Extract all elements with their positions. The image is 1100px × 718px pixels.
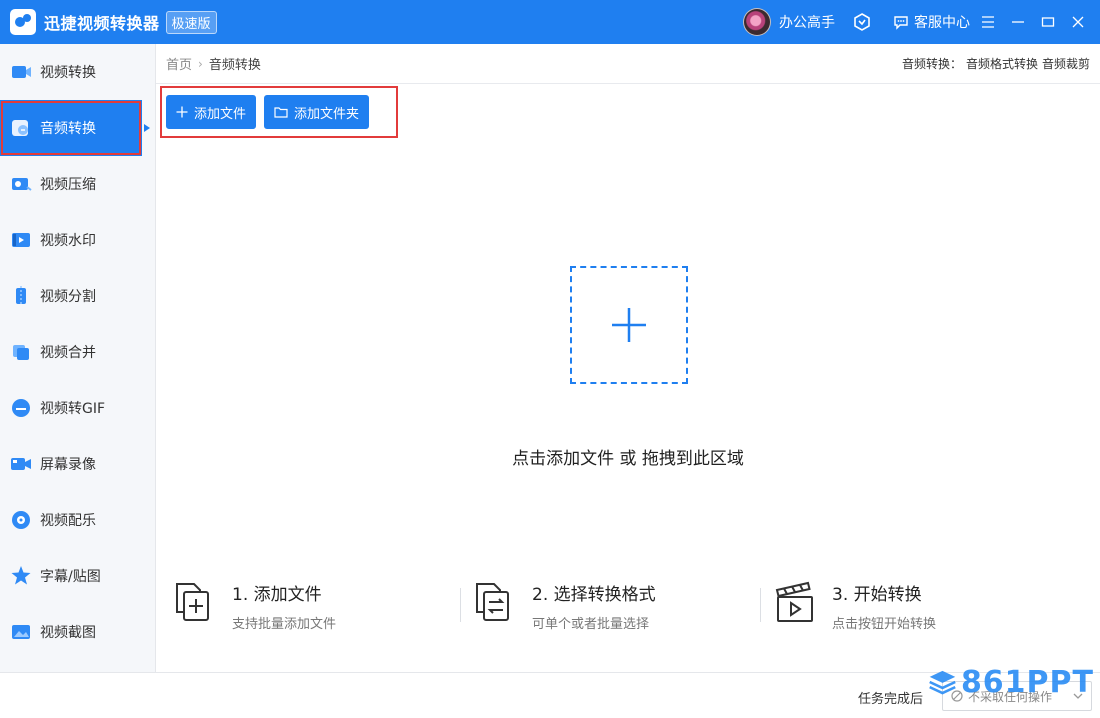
menu-button[interactable] xyxy=(976,10,1000,34)
sidebar-item-video-split[interactable]: 视频分割 xyxy=(0,268,155,324)
video-compress-icon xyxy=(10,173,32,195)
sidebar-item-video-screenshot[interactable]: 视频截图 xyxy=(0,604,155,660)
chat-bubble-icon xyxy=(894,16,908,30)
edition-badge: 极速版 xyxy=(165,10,217,34)
step-subtitle: 支持批量添加文件 xyxy=(232,617,337,632)
add-folder-button[interactable]: 添加文件夹 xyxy=(264,95,370,129)
video-gif-icon xyxy=(10,397,32,419)
video-music-icon xyxy=(10,509,32,531)
step-add-file: 1. 添加文件 支持批量添加文件 xyxy=(172,578,472,634)
audio-format-convert-link[interactable]: 音频格式转换 xyxy=(966,57,1038,71)
clapperboard-icon xyxy=(775,581,813,622)
breadcrumb-home[interactable]: 首页 xyxy=(166,54,192,73)
folder-icon xyxy=(274,107,288,118)
app-title: 迅捷视频转换器 xyxy=(44,14,160,33)
step-choose-format: 2. 选择转换格式 可单个或者批量选择 xyxy=(460,578,772,634)
watermark-text: 861PPT xyxy=(960,664,1094,700)
steps-guide: 1. 添加文件 支持批量添加文件 2. 选择转换格式 可单个或者批量选择 3. … xyxy=(172,578,1072,634)
sidebar-item-label: 视频转换 xyxy=(40,65,96,81)
plus-icon xyxy=(176,106,188,118)
video-split-icon xyxy=(10,285,32,307)
sidebar-item-video-merge[interactable]: 视频合并 xyxy=(0,324,155,380)
main-panel: 首页 › 音频转换 音频转换： 音频格式转换 音频裁剪 添加文件 添加文件夹 点击添… xyxy=(156,44,1100,672)
customer-service-label: 客服中心 xyxy=(914,15,970,31)
step-subtitle: 可单个或者批量选择 xyxy=(532,617,650,632)
sidebar-item-video-music[interactable]: 视频配乐 xyxy=(0,492,155,548)
breadcrumb: 首页 › 音频转换 音频转换： 音频格式转换 音频裁剪 xyxy=(156,44,1100,84)
user-avatar[interactable] xyxy=(743,8,771,36)
sidebar-item-label: 视频压缩 xyxy=(40,177,96,193)
breadcrumb-current: 音频转换 xyxy=(208,58,261,73)
hamburger-menu-icon xyxy=(982,16,994,28)
maximize-icon xyxy=(1041,17,1055,27)
user-name[interactable]: 办公高手 xyxy=(779,12,835,32)
audio-convert-icon xyxy=(10,117,32,139)
close-icon xyxy=(1072,16,1084,28)
sidebar-item-label: 视频截图 xyxy=(40,625,96,641)
breadcrumb-chevron-icon: › xyxy=(198,56,203,71)
add-file-step-icon xyxy=(176,583,209,621)
drop-zone-hint: 点击添加文件 或 拖拽到此区域 xyxy=(512,449,744,469)
close-button[interactable] xyxy=(1066,10,1090,34)
video-merge-icon xyxy=(10,341,32,363)
minimize-button[interactable] xyxy=(1006,10,1030,34)
video-screenshot-icon xyxy=(10,621,32,643)
sidebar-item-label: 音频转换 xyxy=(40,121,96,137)
customer-service-button[interactable]: 客服中心 xyxy=(893,12,970,32)
file-drop-zone[interactable] xyxy=(570,266,688,384)
step-title: 1. 添加文件 xyxy=(232,585,322,605)
sidebar: 视频转换 音频转换 视频压缩 视频水印 视频分割 视频合并 视频转GIF 屏幕录… xyxy=(0,44,156,672)
plus-icon xyxy=(612,308,646,342)
vip-diamond-icon[interactable] xyxy=(853,13,871,31)
sidebar-item-label: 屏幕录像 xyxy=(40,457,96,473)
choose-format-step-icon xyxy=(476,583,509,621)
sidebar-item-video-watermark[interactable]: 视频水印 xyxy=(0,212,155,268)
sidebar-item-label: 视频配乐 xyxy=(40,513,96,529)
feature-links: 音频转换： 音频格式转换 音频裁剪 xyxy=(898,55,1090,72)
video-convert-icon xyxy=(10,61,32,83)
step-start-convert: 3. 开始转换 点击按钮开始转换 xyxy=(760,578,1072,634)
maximize-button[interactable] xyxy=(1036,10,1060,34)
app-logo-icon xyxy=(10,9,36,35)
sidebar-item-subtitle-sticker[interactable]: 字幕/贴图 xyxy=(0,548,155,604)
add-folder-label: 添加文件夹 xyxy=(294,106,360,122)
watermark: 861PPT xyxy=(928,662,1094,702)
sidebar-item-screen-record[interactable]: 屏幕录像 xyxy=(0,436,155,492)
step-subtitle: 点击按钮开始转换 xyxy=(832,617,937,632)
sidebar-item-label: 字幕/贴图 xyxy=(40,569,101,585)
sidebar-item-video-gif[interactable]: 视频转GIF xyxy=(0,380,155,436)
sidebar-item-label: 视频水印 xyxy=(40,233,96,249)
step-title: 3. 开始转换 xyxy=(832,585,922,605)
sidebar-item-label: 视频转GIF xyxy=(40,401,106,417)
subtitle-sticker-icon xyxy=(10,565,32,587)
minimize-icon xyxy=(1012,21,1024,23)
sidebar-item-video-compress[interactable]: 视频压缩 xyxy=(0,156,155,212)
add-file-label: 添加文件 xyxy=(194,106,247,122)
sidebar-item-audio-convert[interactable]: 音频转换 xyxy=(0,100,150,156)
video-watermark-icon xyxy=(10,229,32,251)
add-buttons-group: 添加文件 添加文件夹 xyxy=(160,86,398,138)
feature-links-prefix: 音频转换： xyxy=(901,57,962,71)
add-file-button[interactable]: 添加文件 xyxy=(166,95,257,129)
audio-trim-link[interactable]: 音频裁剪 xyxy=(1042,57,1090,71)
sidebar-item-label: 视频分割 xyxy=(40,289,96,305)
screen-record-icon xyxy=(10,453,32,475)
title-bar: 迅捷视频转换器 极速版 办公高手 客服中心 xyxy=(0,0,1100,44)
sidebar-item-video-convert[interactable]: 视频转换 xyxy=(0,44,155,100)
after-task-label: 任务完成后 xyxy=(858,692,924,707)
stack-logo-icon xyxy=(929,670,956,695)
step-title: 2. 选择转换格式 xyxy=(532,585,656,605)
sidebar-item-label: 视频合并 xyxy=(40,345,96,361)
